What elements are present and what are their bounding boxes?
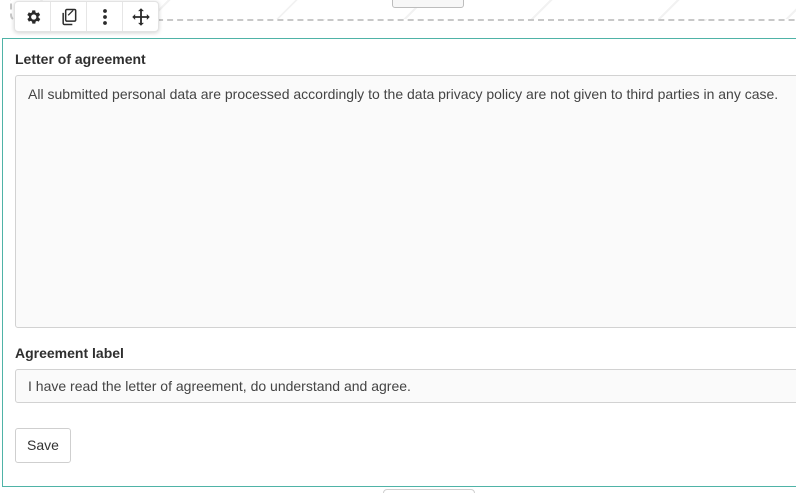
move-handle[interactable]	[123, 2, 158, 31]
element-toolbar	[14, 1, 159, 32]
more-vertical-icon	[102, 8, 107, 25]
letter-of-agreement-label: Letter of agreement	[15, 51, 146, 67]
next-element-handle[interactable]	[383, 489, 475, 493]
settings-button[interactable]	[15, 2, 51, 31]
editor-page: Choose file Lette	[0, 0, 796, 493]
agreement-label-input[interactable]: I have read the letter of agreement, do …	[15, 369, 796, 403]
agreement-settings-panel: Letter of agreement All submitted person…	[2, 38, 796, 487]
choose-file-button[interactable]: Choose file	[392, 0, 464, 8]
letter-of-agreement-textarea[interactable]: All submitted personal data are processe…	[15, 75, 796, 328]
save-button[interactable]: Save	[15, 428, 71, 463]
more-options-button[interactable]	[87, 2, 123, 31]
move-icon	[131, 7, 150, 26]
duplicate-button[interactable]	[51, 2, 87, 31]
gear-icon	[26, 9, 40, 24]
agreement-label-heading: Agreement label	[15, 345, 124, 361]
copy-icon	[61, 8, 76, 25]
